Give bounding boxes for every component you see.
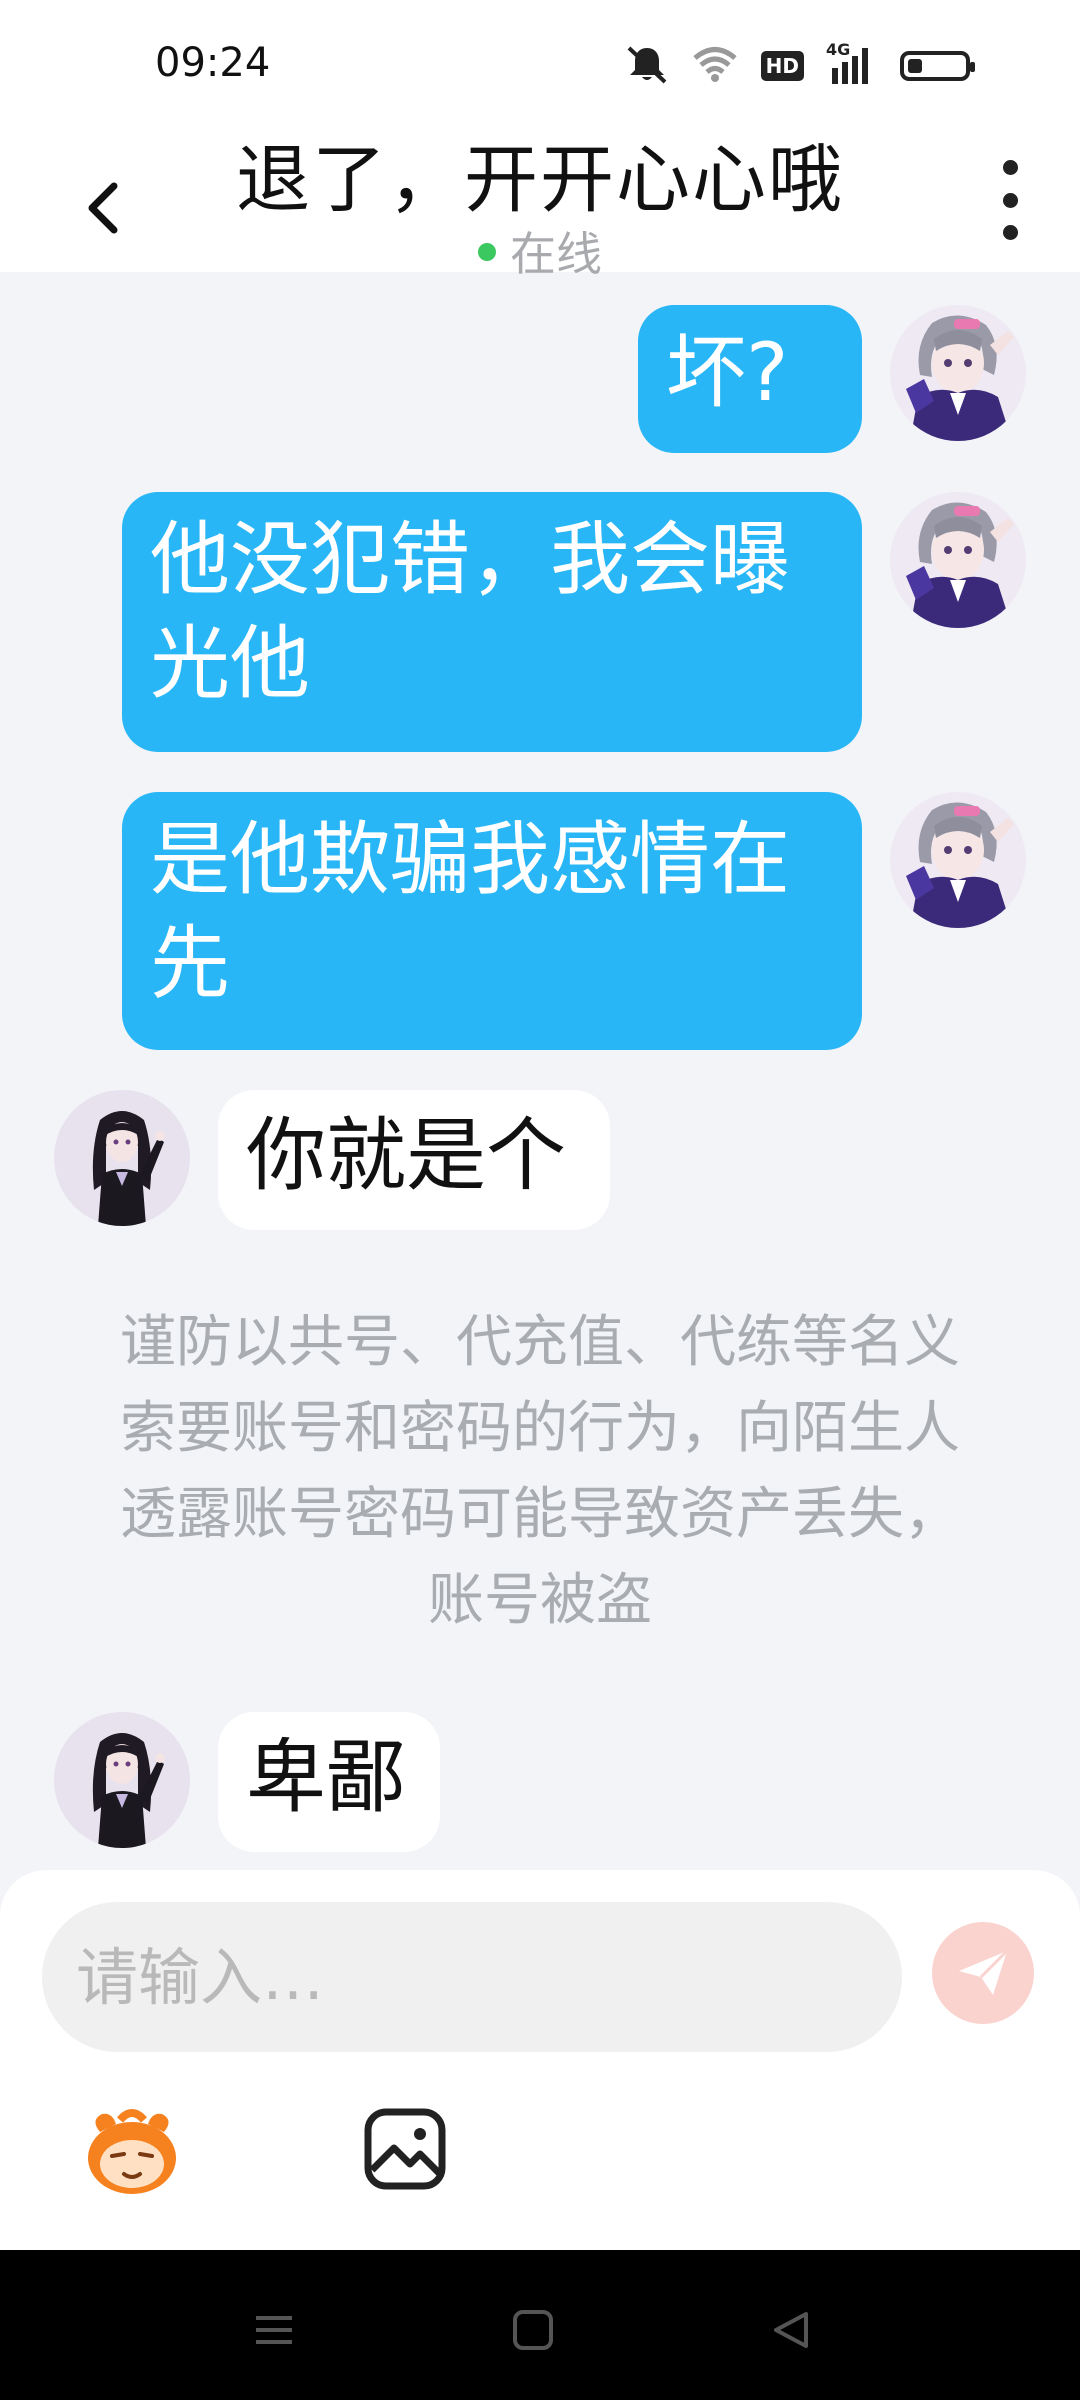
online-status-label: 在线 — [510, 227, 602, 281]
contact-avatar[interactable] — [54, 1090, 190, 1226]
mute-icon — [625, 44, 669, 88]
my-avatar[interactable] — [890, 492, 1026, 628]
nav-menu-icon — [256, 2316, 292, 2344]
more-icon-dot — [1002, 192, 1018, 208]
more-icon-dot — [1002, 225, 1018, 240]
chat-title: 退了，开开心心哦 — [236, 137, 844, 223]
status-icons: HD 4G — [625, 40, 975, 88]
avatar-image — [890, 305, 1026, 441]
status-time: 09:24 — [155, 40, 271, 86]
avatar-image — [54, 1712, 190, 1848]
my-avatar[interactable] — [890, 305, 1026, 441]
emoji-icon — [88, 2109, 176, 2194]
chat-header: 退了，开开心心哦 在线 — [0, 110, 1080, 281]
online-dot-icon — [478, 242, 496, 261]
navigation-bar — [0, 2250, 1080, 2400]
send-icon — [959, 1949, 1009, 1995]
wifi-icon — [691, 45, 739, 87]
composer — [0, 1870, 1080, 2250]
hd-badge: HD — [760, 51, 804, 81]
message-bubble-outgoing[interactable]: 是他欺骗我感情在先 — [122, 792, 862, 1050]
avatar-image — [890, 792, 1026, 928]
send-button[interactable] — [932, 1922, 1034, 2024]
signal-icon: 4G — [826, 40, 878, 86]
nav-back-button[interactable] — [762, 2300, 822, 2360]
message-bubble-outgoing[interactable]: 坏? — [638, 305, 862, 453]
more-icon-dot — [1002, 160, 1018, 175]
avatar-image — [890, 492, 1026, 628]
message-bubble-outgoing[interactable]: 他没犯错，我会曝光他 — [122, 492, 862, 752]
online-status: 在线 — [0, 218, 1080, 284]
message-bubble-incoming[interactable]: 卑鄙 — [218, 1712, 440, 1852]
nav-menu-button[interactable] — [244, 2300, 304, 2360]
contact-avatar[interactable] — [54, 1712, 190, 1848]
message-input[interactable] — [42, 1902, 902, 2052]
battery-icon — [900, 51, 975, 81]
nav-home-button[interactable] — [503, 2300, 563, 2360]
system-notice: 谨防以共号、代充值、代练等名义索要账号和密码的行为，向陌生人透露账号密码可能导致… — [120, 1310, 960, 1633]
message-bubble-incoming[interactable]: 你就是个 — [218, 1090, 610, 1230]
nav-home-icon — [513, 2310, 553, 2350]
avatar-image — [54, 1090, 190, 1226]
image-button[interactable] — [362, 2106, 448, 2192]
nav-back-icon — [774, 2312, 808, 2348]
image-icon — [364, 2108, 446, 2190]
status-bar: 09:24 HD 4G — [0, 0, 1080, 110]
more-button[interactable] — [990, 160, 1030, 240]
battery-level — [908, 59, 922, 73]
emoji-button[interactable] — [82, 2102, 182, 2202]
my-avatar[interactable] — [890, 792, 1026, 928]
